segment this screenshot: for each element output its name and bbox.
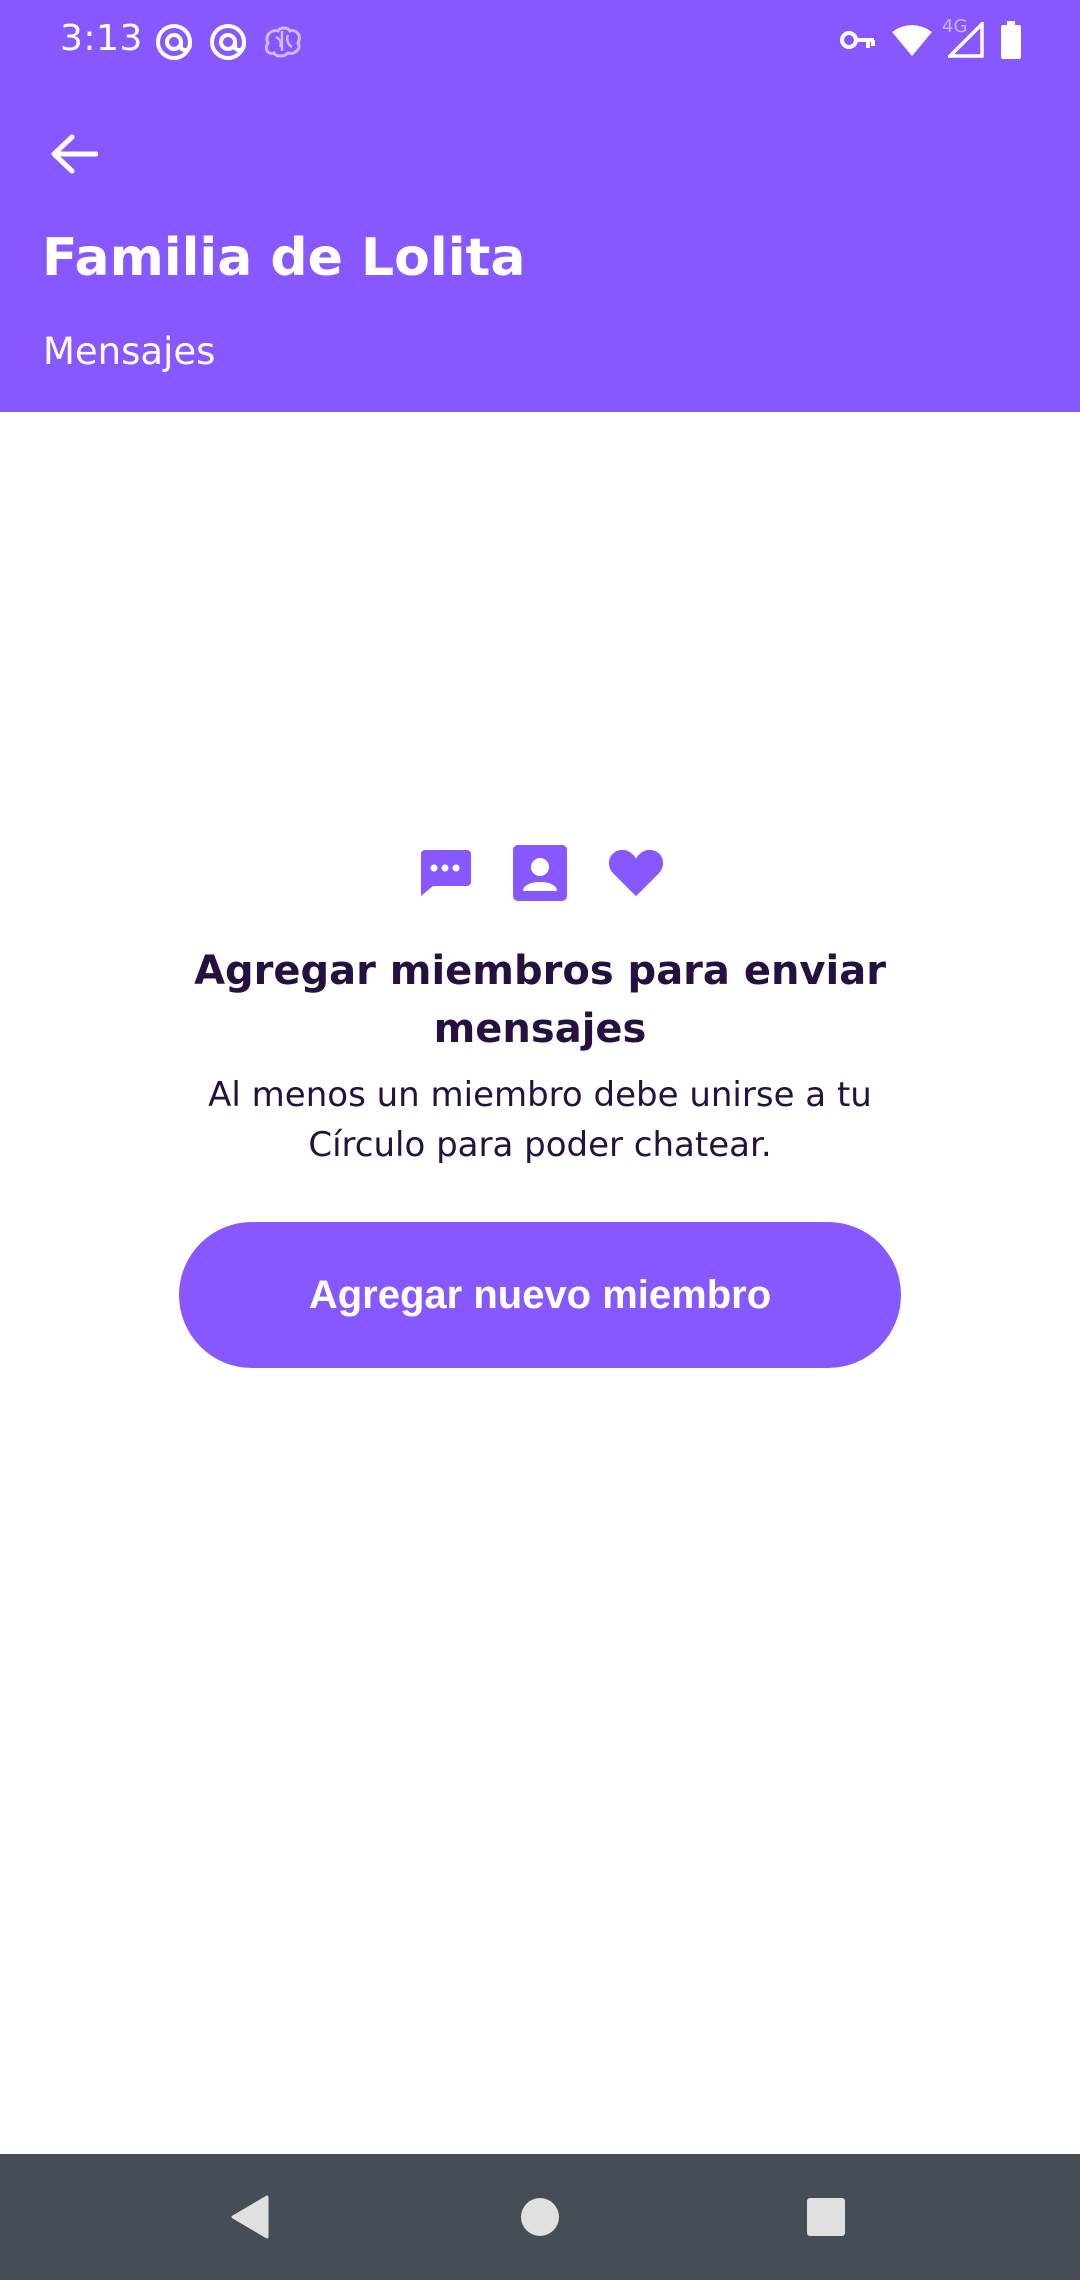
app-header: 3:13 4G Familia de Lolita Mensajes	[0, 0, 1080, 412]
network-type-label: 4G	[942, 16, 968, 37]
nav-recents-button[interactable]	[793, 2184, 859, 2250]
back-triangle-icon	[231, 2195, 269, 2239]
back-button[interactable]	[38, 118, 110, 190]
system-navigation-bar	[0, 2154, 1080, 2280]
page-title: Familia de Lolita	[42, 228, 526, 288]
at-sign-icon	[208, 22, 248, 62]
page-subtitle: Mensajes	[43, 330, 216, 373]
at-sign-icon	[154, 22, 194, 62]
status-right-icons: 4G	[840, 16, 1022, 62]
nav-home-button[interactable]	[507, 2184, 573, 2250]
contact-card-icon	[512, 845, 568, 901]
feature-icons	[0, 840, 1080, 906]
add-new-member-button[interactable]: Agregar nuevo miembro	[179, 1222, 901, 1368]
chat-bubble-icon	[416, 845, 472, 901]
empty-state-description: Al menos un miembro debe unirse a tu Cír…	[208, 1075, 872, 1165]
empty-state-title: Agregar miembros para enviar mensajes	[194, 948, 886, 1052]
status-left-icons	[154, 20, 304, 64]
cellular-signal-icon: 4G	[942, 16, 984, 58]
status-bar: 3:13 4G	[0, 0, 1080, 84]
vpn-key-icon	[840, 28, 876, 52]
nav-back-button[interactable]	[216, 2184, 282, 2250]
heart-icon	[608, 845, 664, 901]
status-time: 3:13	[60, 18, 143, 59]
arrow-left-icon	[51, 134, 98, 174]
empty-state: Agregar miembros para enviar mensajes Al…	[0, 840, 1080, 1170]
home-circle-icon	[521, 2198, 559, 2236]
recents-square-icon	[807, 2198, 845, 2236]
wifi-icon	[892, 24, 932, 56]
screen: 3:13 4G Familia de Lolita Mensajes Agreg…	[0, 0, 1080, 2280]
brain-icon	[262, 25, 304, 59]
battery-icon	[1000, 21, 1022, 59]
